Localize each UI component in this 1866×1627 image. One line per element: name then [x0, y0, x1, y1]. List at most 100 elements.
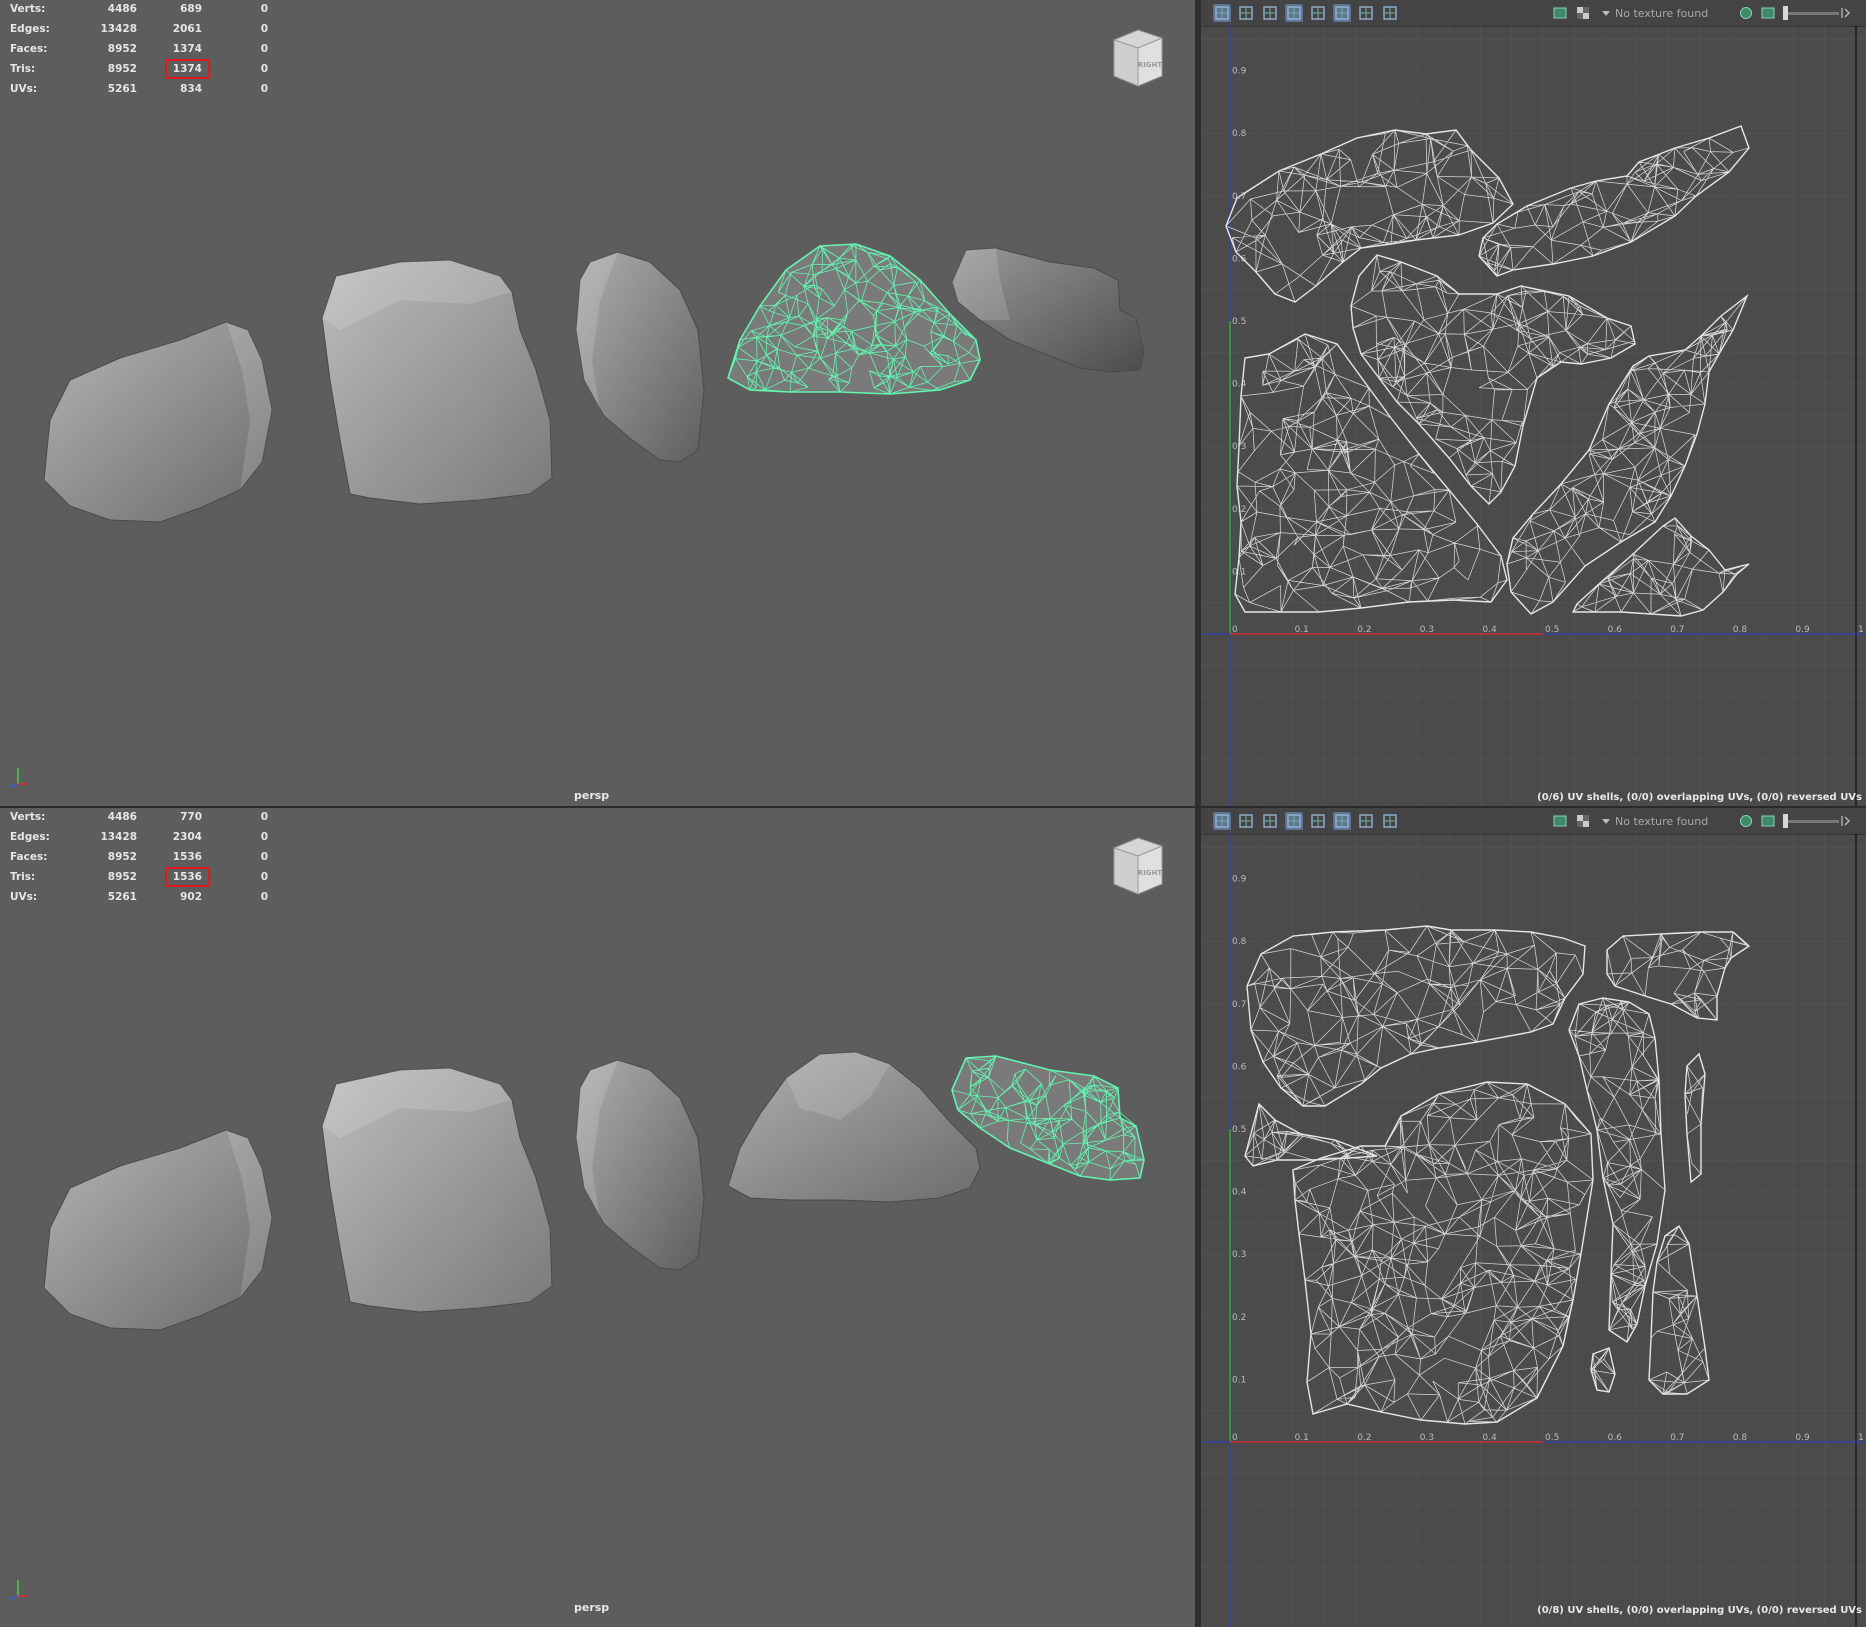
- stat-selected: 2061: [172, 23, 202, 35]
- uv-shell[interactable]: [1606, 931, 1751, 1021]
- dropdown-arrow-icon[interactable]: [1597, 812, 1615, 830]
- uv-sets-icon[interactable]: [1737, 4, 1755, 22]
- uv-shell[interactable]: [1590, 1347, 1616, 1393]
- checker-icon[interactable]: [1574, 4, 1592, 22]
- dropdown-arrow-icon[interactable]: [1597, 4, 1615, 22]
- image-icon[interactable]: [1551, 812, 1569, 830]
- u-tick-label: 1: [1858, 1433, 1864, 1443]
- image-ratio-icon[interactable]: [1759, 812, 1777, 830]
- uv-grid-top[interactable]: 0 0.1 0.2 0.3 0.4 0.5 0.6 0.7 0.8 0.9 10.10.20.30.…: [1201, 26, 1866, 806]
- uv-shells[interactable]: [1225, 125, 1750, 617]
- scene-top[interactable]: [0, 0, 1195, 806]
- rock-mesh[interactable]: [727, 1051, 981, 1203]
- uv-distortion-icon[interactable]: [1285, 812, 1303, 830]
- heads-up-poly-count: Verts: 4486 689 0 Edges: 13428 2061 0 Faces: 8952…: [10, 0, 270, 100]
- uv-shell[interactable]: [1234, 333, 1508, 613]
- rock-mesh[interactable]: [951, 247, 1145, 373]
- rock-mesh[interactable]: [727, 243, 981, 395]
- snap-grid-icon[interactable]: [1333, 4, 1351, 22]
- texture-borders-icon[interactable]: [1261, 4, 1279, 22]
- stat-components: 0: [260, 63, 268, 75]
- more-arrows-icon[interactable]: [1837, 4, 1855, 22]
- scene-bottom[interactable]: [0, 808, 1195, 1627]
- snap-grid-icon[interactable]: [1333, 812, 1351, 830]
- perspective-viewport-bottom[interactable]: Verts: 4486 770 0 Edges: 13428 2304 0 Faces: 8952…: [0, 808, 1195, 1627]
- perspective-viewport-top[interactable]: Verts: 4486 689 0 Edges: 13428 2061 0 Faces: 8952…: [0, 0, 1195, 806]
- v-tick-label: 0.2: [1232, 1313, 1246, 1323]
- stat-total: 4486: [107, 811, 137, 823]
- maya-workspace: Verts: 4486 689 0 Edges: 13428 2061 0 Faces: 8952…: [0, 0, 1866, 1627]
- rock-mesh[interactable]: [575, 1059, 705, 1271]
- uv-shell[interactable]: [1225, 129, 1514, 303]
- image-display-icon[interactable]: [1357, 4, 1375, 22]
- stat-label: Verts:: [10, 811, 46, 823]
- shaded-uvs-icon[interactable]: [1237, 4, 1255, 22]
- stat-total: 8952: [107, 63, 137, 75]
- camera-label: persp: [574, 1601, 610, 1614]
- texture-status: No texture found: [1615, 815, 1709, 828]
- screenshot-icon[interactable]: [1381, 812, 1399, 830]
- slider-knob[interactable]: [1783, 814, 1788, 828]
- slider-knob[interactable]: [1783, 6, 1788, 20]
- rock-mesh[interactable]: [321, 259, 553, 505]
- exposure-slider[interactable]: [1783, 12, 1839, 15]
- v-tick-label: 0.3: [1232, 1250, 1246, 1260]
- v-tick-label: 0.4: [1232, 1188, 1247, 1198]
- uv-shell[interactable]: [1648, 1224, 1710, 1395]
- stat-total: 4486: [107, 3, 137, 15]
- uv-grid-bottom[interactable]: 0 0.1 0.2 0.3 0.4 0.5 0.6 0.7 0.8 0.9 1 0.1 0.2 0.3 0.…: [1201, 834, 1866, 1627]
- stat-total: 5261: [107, 891, 137, 903]
- uv-shell[interactable]: [1684, 1052, 1706, 1184]
- uv-editor-bottom[interactable]: No texture found 0 0.1 0.2 0.3 0.4 0.5 0.6 0.7 0…: [1201, 808, 1866, 1627]
- uv-sets-icon[interactable]: [1737, 812, 1755, 830]
- uv-status-text: (0/6) UV shells, (0/0) overlapping UVs, …: [1537, 792, 1862, 803]
- stat-components: 0: [260, 23, 268, 35]
- image-ratio-icon[interactable]: [1759, 4, 1777, 22]
- more-arrows-icon[interactable]: [1837, 812, 1855, 830]
- uv-shell-border: [1225, 129, 1514, 303]
- shaded-uvs-icon[interactable]: [1237, 812, 1255, 830]
- uv-shell-border: [1244, 1102, 1378, 1167]
- uv-shell-wireframe: [1478, 125, 1750, 277]
- bottom-row: Verts: 4486 770 0 Edges: 13428 2304 0 Faces: 8952…: [0, 808, 1866, 1627]
- uv-editor-top[interactable]: No texture found 0 0.1 0.2 0.3 0.4 0.5 0.6 0.7 0…: [1201, 0, 1866, 806]
- grid-toggle-icon[interactable]: [1309, 4, 1327, 22]
- stat-label: Tris:: [10, 63, 36, 75]
- uv-shell[interactable]: [1244, 1102, 1378, 1167]
- stat-selected: 902: [180, 891, 202, 903]
- rock-mesh[interactable]: [43, 321, 273, 523]
- uv-shell[interactable]: [1292, 1081, 1594, 1425]
- viewcube-icon[interactable]: RIGHT: [1108, 24, 1166, 94]
- uv-shell[interactable]: [1246, 925, 1586, 1107]
- rock-mesh[interactable]: [951, 1055, 1145, 1181]
- rock-mesh[interactable]: [321, 1067, 553, 1313]
- uv-editor-icon[interactable]: [1213, 4, 1231, 22]
- uv-distortion-icon[interactable]: [1285, 4, 1303, 22]
- stat-total: 13428: [100, 831, 137, 843]
- rock-mesh[interactable]: [575, 251, 705, 463]
- u-tick-label: 0.1: [1295, 1433, 1309, 1443]
- checker-icon[interactable]: [1574, 812, 1592, 830]
- uv-shell[interactable]: [1568, 997, 1666, 1344]
- v-tick-label: 0.4: [1232, 380, 1247, 390]
- uv-shell[interactable]: [1571, 517, 1750, 617]
- stat-row: Verts: 4486 770 0: [10, 808, 270, 828]
- image-icon[interactable]: [1551, 4, 1569, 22]
- uv-editor-icon[interactable]: [1213, 812, 1231, 830]
- image-display-icon[interactable]: [1357, 812, 1375, 830]
- screenshot-icon[interactable]: [1381, 4, 1399, 22]
- uv-shells[interactable]: [1244, 925, 1751, 1425]
- v-tick-label: 0.5: [1232, 1125, 1246, 1135]
- stat-selected: 770: [180, 811, 202, 823]
- u-tick-label: 0.9: [1795, 1433, 1810, 1443]
- axis-indicator-icon: [9, 768, 27, 788]
- texture-borders-icon[interactable]: [1261, 812, 1279, 830]
- stat-label: Edges:: [10, 831, 50, 843]
- uv-shell-wireframe: [1648, 1225, 1710, 1395]
- camera-label: persp: [574, 789, 610, 802]
- rock-mesh[interactable]: [43, 1129, 273, 1331]
- viewcube-icon[interactable]: RIGHT: [1108, 832, 1166, 902]
- uv-shell[interactable]: [1478, 125, 1750, 277]
- exposure-slider[interactable]: [1783, 820, 1839, 823]
- grid-toggle-icon[interactable]: [1309, 812, 1327, 830]
